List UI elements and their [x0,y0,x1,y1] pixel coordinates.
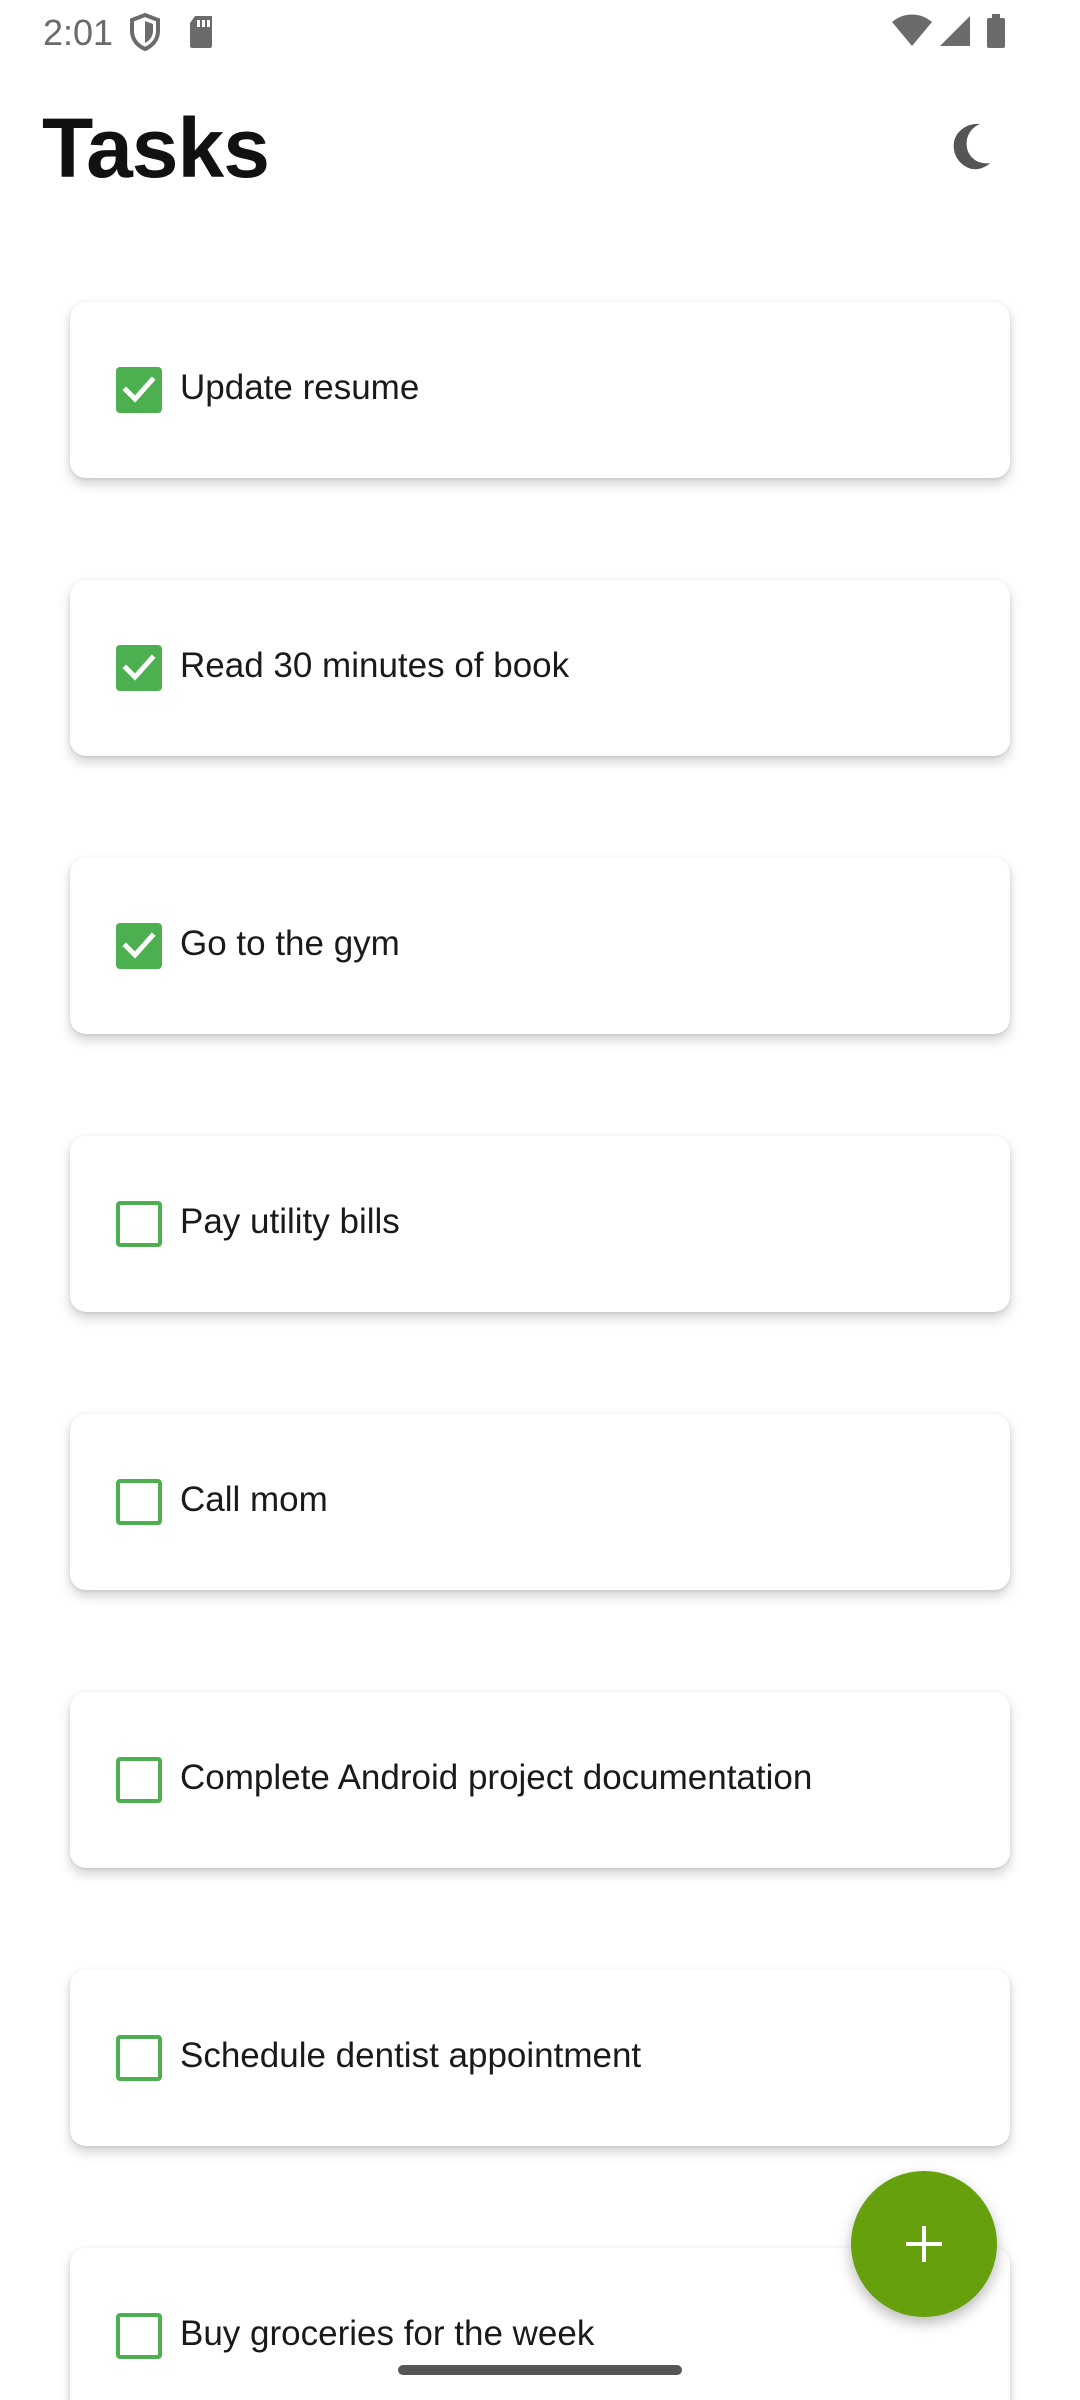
task-checkbox[interactable] [116,1479,162,1525]
task-label: Buy groceries for the week [180,2314,595,2353]
checkmark-icon [122,376,156,403]
task-card[interactable]: Go to the gym [70,858,1010,1034]
task-label: Read 30 minutes of book [180,646,570,685]
task-label: Complete Android project documentation [180,1758,813,1797]
task-label: Schedule dentist appointment [180,2036,642,2075]
task-checkbox[interactable] [116,2035,162,2081]
checkmark-icon [122,932,156,959]
task-card[interactable]: Read 30 minutes of book [70,580,1010,756]
task-checkbox[interactable] [116,1201,162,1247]
task-label: Update resume [180,368,420,407]
task-checkbox[interactable] [116,923,162,969]
plus-icon [906,2226,942,2262]
task-list: Update resume Read 30 minutes of book Go… [0,0,1080,2400]
task-checkbox[interactable] [116,367,162,413]
checkmark-icon [122,654,156,681]
task-checkbox[interactable] [116,645,162,691]
add-task-button[interactable] [851,2171,997,2317]
task-card[interactable]: Complete Android project documentation [70,1692,1010,1868]
task-checkbox[interactable] [116,2313,162,2359]
task-card[interactable]: Call mom [70,1414,1010,1590]
task-label: Call mom [180,1480,328,1519]
task-card[interactable]: Schedule dentist appointment [70,1970,1010,2146]
task-label: Go to the gym [180,924,400,963]
task-card[interactable]: Pay utility bills [70,1136,1010,1312]
task-checkbox[interactable] [116,1757,162,1803]
gesture-nav-bar[interactable] [398,2365,682,2375]
task-label: Pay utility bills [180,1202,400,1241]
tasks-screen: 2:01 Tasks Update resume Read 30 minutes… [0,0,1080,2400]
task-card[interactable]: Update resume [70,302,1010,478]
